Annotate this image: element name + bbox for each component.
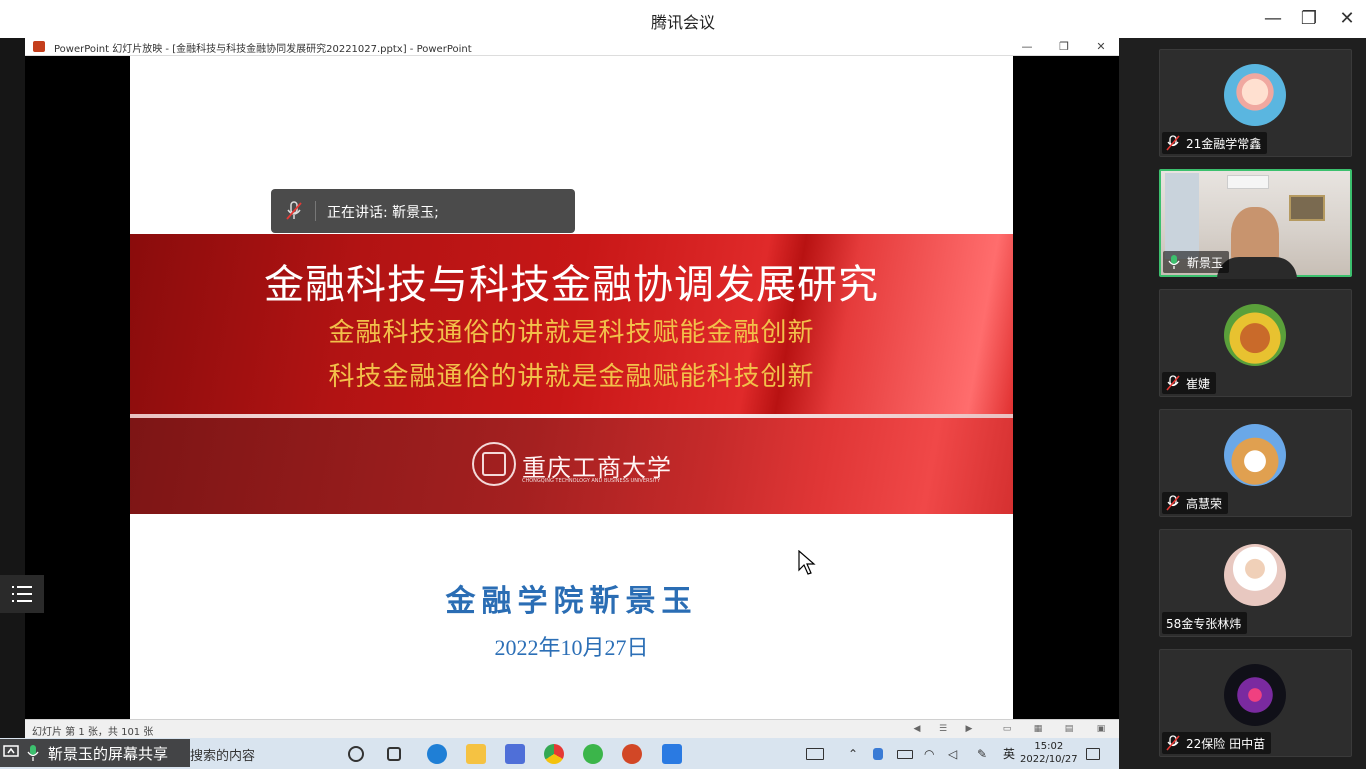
participant-name: 高慧荣 <box>1186 496 1223 511</box>
participant-tile[interactable]: 21金融学常鑫 <box>1159 49 1352 157</box>
share-screen-icon <box>3 745 19 757</box>
taskbar-search-field[interactable]: 搜索的内容 <box>190 745 255 764</box>
store-icon[interactable] <box>505 744 525 764</box>
participant-name-tag: 靳景玉 <box>1163 251 1230 273</box>
powerpoint-status-bar: 幻灯片 第 1 张，共 101 张 ◀ ☰ ▶ ▭ ▦ ▤ ▣ <box>25 719 1119 738</box>
edge-icon[interactable] <box>427 744 447 764</box>
slide-subtitle-1: 金融科技通俗的讲就是科技赋能金融创新 <box>328 318 815 348</box>
speaking-mic-icon <box>1168 255 1180 269</box>
restore-button[interactable]: ❐ <box>1298 8 1320 30</box>
meeting-title-bar: 腾讯会议 — ❐ ✕ <box>0 0 1366 38</box>
muted-mic-icon <box>1166 135 1180 151</box>
chrome-icon[interactable] <box>544 744 564 764</box>
video-wall-painting <box>1289 195 1325 221</box>
university-seal-icon <box>472 442 516 486</box>
meeting-title: 腾讯会议 <box>650 13 715 32</box>
slide-author: 金融学院靳景玉 <box>445 584 698 619</box>
avatar <box>1224 64 1286 126</box>
powerpoint-window: PowerPoint 幻灯片放映 - [金融科技与科技金融协同发展研究20221… <box>25 38 1119 738</box>
app-green-icon[interactable] <box>583 744 603 764</box>
video-air-conditioner <box>1227 175 1269 189</box>
slide-subtitle-2: 科技金融通俗的讲就是金融赋能科技创新 <box>328 362 815 392</box>
screen: 腾讯会议 — ❐ ✕ PowerPoint 幻灯片放映 - [金融科技与科技金融… <box>0 0 1366 769</box>
avatar <box>1224 424 1286 486</box>
screen-share-badge: 靳景玉的屏幕共享 <box>0 739 190 767</box>
pen-icon[interactable]: ✎ <box>977 747 991 761</box>
toast-divider <box>315 201 316 221</box>
participant-name: 崔婕 <box>1186 376 1211 391</box>
muted-mic-icon <box>1166 375 1180 391</box>
powerpoint-window-title: PowerPoint 幻灯片放映 - [金融科技与科技金融协同发展研究20221… <box>54 44 472 55</box>
avatar <box>1224 304 1286 366</box>
close-button[interactable]: ✕ <box>1336 8 1358 30</box>
ppt-restore-button[interactable]: ❐ <box>1054 38 1074 56</box>
powerpoint-title-bar: PowerPoint 幻灯片放映 - [金融科技与科技金融协同发展研究20221… <box>25 38 1119 56</box>
next-slide-icon[interactable]: ▶ <box>963 723 975 735</box>
tray-app-icon[interactable] <box>873 748 883 760</box>
participant-name: 22保险 田中苗 <box>1186 736 1266 751</box>
participant-tile[interactable]: 高慧荣 <box>1159 409 1352 517</box>
normal-view-icon[interactable]: ▭ <box>1001 723 1013 735</box>
participant-name-tag: 崔婕 <box>1162 372 1217 394</box>
muted-mic-icon <box>1166 735 1180 751</box>
participant-name-tag: 58金专张林炜 <box>1162 612 1248 634</box>
speaking-mic-icon <box>27 745 39 761</box>
participant-name: 靳景玉 <box>1187 255 1224 270</box>
muted-mic-icon <box>286 201 302 220</box>
speaking-indicator: 正在讲话: 靳景玉; <box>271 189 575 233</box>
participant-name-tag: 高慧荣 <box>1162 492 1229 514</box>
file-explorer-icon[interactable] <box>466 744 486 764</box>
clock-time: 15:02 <box>1034 741 1064 752</box>
slideshow-view-icon[interactable]: ▣ <box>1095 723 1107 735</box>
avatar <box>1224 664 1286 726</box>
slide-menu-icon[interactable]: ☰ <box>937 723 949 735</box>
participant-tile-active-speaker[interactable]: 靳景玉 <box>1159 169 1352 279</box>
participant-name: 21金融学常鑫 <box>1186 136 1262 151</box>
slide-title: 金融科技与科技金融协调发展研究 <box>264 262 879 308</box>
university-english-name: CHONGQING TECHNOLOGY AND BUSINESS UNIVER… <box>522 478 661 484</box>
tencent-meeting-taskbar-icon[interactable] <box>662 744 682 764</box>
video-window-background <box>1165 173 1199 259</box>
participant-name: 58金专张林炜 <box>1166 616 1242 631</box>
chevron-up-icon[interactable]: ⌃ <box>848 748 860 760</box>
volume-icon[interactable]: ◁ <box>948 747 962 761</box>
task-view-icon[interactable] <box>387 747 401 761</box>
sorter-view-icon[interactable]: ▦ <box>1032 723 1044 735</box>
slide-counter: 幻灯片 第 1 张，共 101 张 <box>32 727 154 738</box>
participant-name-tag: 21金融学常鑫 <box>1162 132 1268 154</box>
notification-icon[interactable] <box>1086 748 1100 760</box>
mouse-cursor-icon <box>798 550 816 575</box>
input-method-indicator[interactable]: 英 <box>1003 745 1015 762</box>
cortana-icon[interactable] <box>348 746 364 762</box>
reading-view-icon[interactable]: ▤ <box>1063 723 1075 735</box>
avatar <box>1224 544 1286 606</box>
clock-date: 2022/10/27 <box>1020 754 1078 765</box>
keyboard-icon[interactable] <box>806 748 824 760</box>
previous-slide-icon[interactable]: ◀ <box>911 723 923 735</box>
slide: 金融科技与科技金融协调发展研究 金融科技通俗的讲就是科技赋能金融创新 科技金融通… <box>130 56 1013 719</box>
wifi-icon[interactable]: ◠ <box>924 747 938 761</box>
member-list-toggle[interactable] <box>0 575 44 613</box>
participant-name-tag: 22保险 田中苗 <box>1162 732 1272 754</box>
list-icon <box>12 586 32 602</box>
ppt-close-button[interactable]: ✕ <box>1091 38 1111 56</box>
slide-date: 2022年10月27日 <box>494 635 649 660</box>
participant-tile[interactable]: 58金专张林炜 <box>1159 529 1352 637</box>
ppt-minimize-button[interactable]: — <box>1017 38 1037 56</box>
participant-tile[interactable]: 22保险 田中苗 <box>1159 649 1352 757</box>
screen-sharer-name: 靳景玉的屏幕共享 <box>48 745 169 763</box>
participant-tile[interactable]: 崔婕 <box>1159 289 1352 397</box>
battery-icon[interactable] <box>897 750 913 759</box>
powerpoint-logo-icon <box>33 41 45 52</box>
taskbar-clock[interactable]: 15:02 2022/10/27 <box>1020 740 1078 766</box>
speaking-text: 正在讲话: 靳景玉; <box>327 205 439 221</box>
muted-mic-icon <box>1166 495 1180 511</box>
minimize-button[interactable]: — <box>1262 8 1284 30</box>
powerpoint-taskbar-icon[interactable] <box>622 744 642 764</box>
